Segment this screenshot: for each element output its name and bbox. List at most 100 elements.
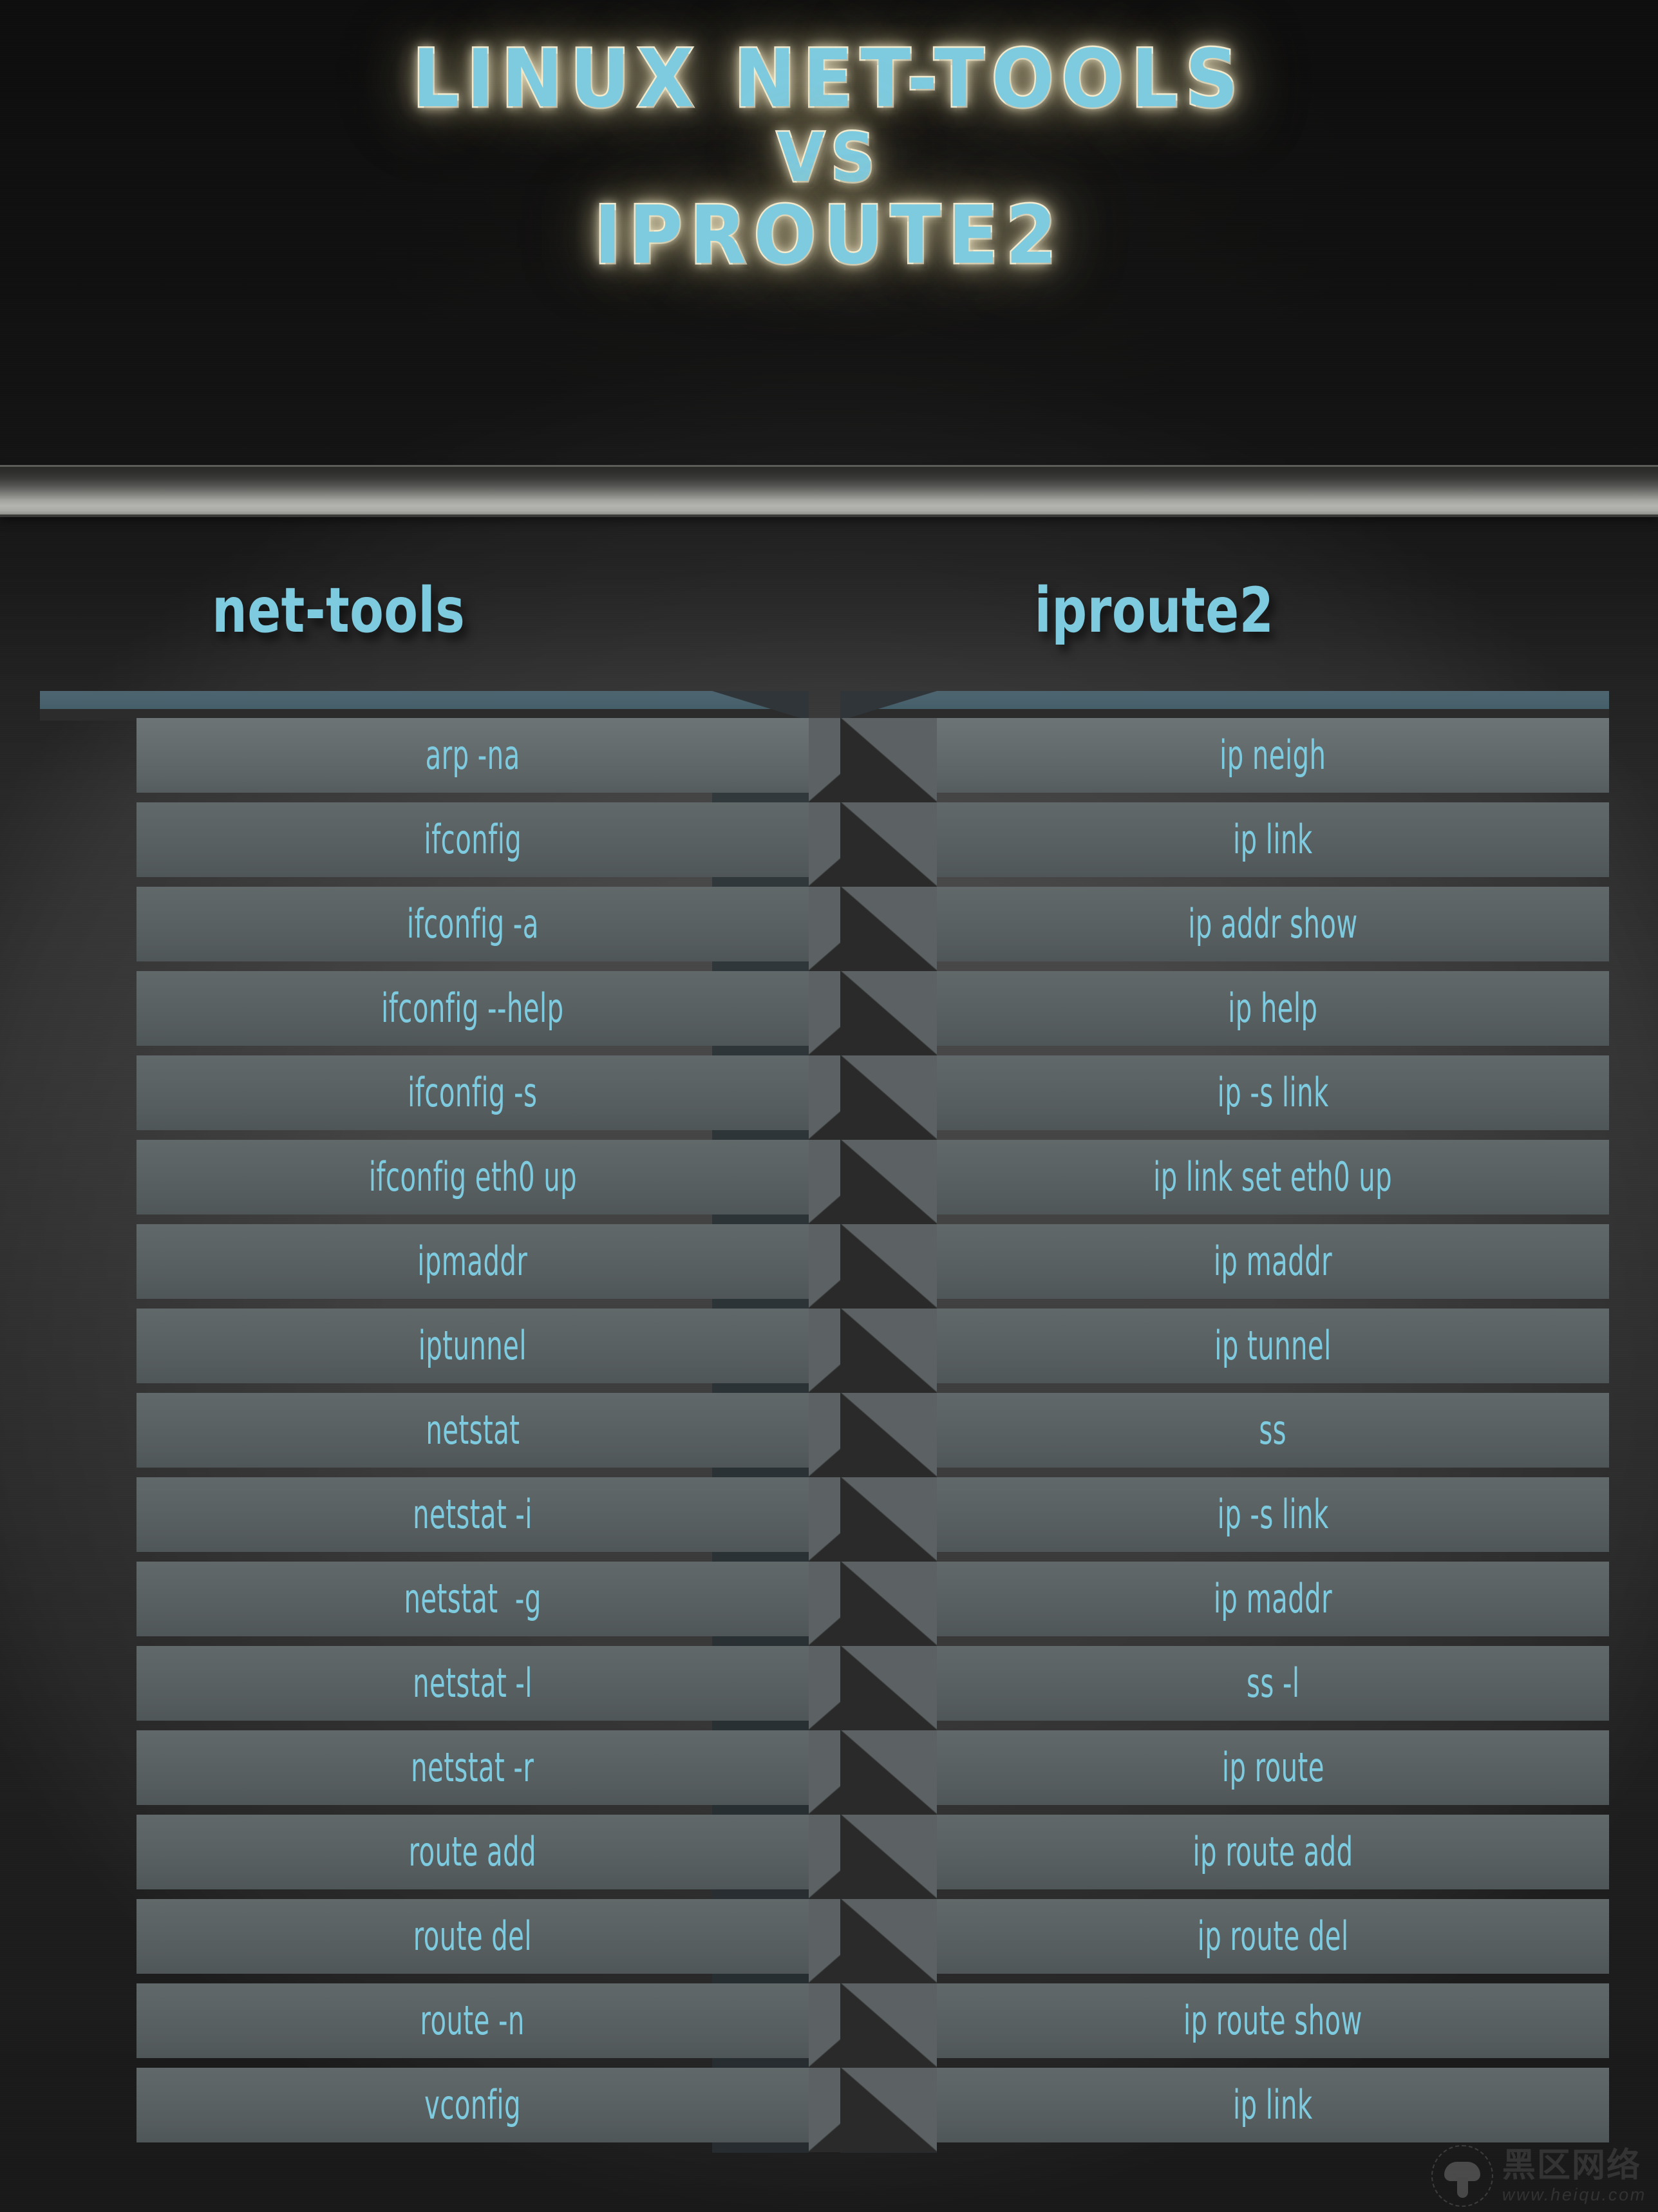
command-row: arp -na	[137, 718, 905, 802]
metallic-divider-bar	[0, 465, 1658, 517]
command-label: ifconfig -s	[408, 1069, 538, 1116]
chamfer-fill	[840, 1309, 937, 1393]
chamfer-fill	[840, 1477, 937, 1562]
command-row-chamfer	[840, 1393, 937, 1477]
command-row: ss	[840, 1393, 1609, 1477]
command-label: ifconfig --help	[381, 985, 564, 1032]
chamfer-fill	[840, 1983, 937, 2068]
command-row-face: vconfig	[137, 2068, 809, 2142]
command-row: iptunnel	[137, 1309, 905, 1393]
command-row-face: route del	[137, 1899, 809, 1974]
command-label: ipmaddr	[417, 1238, 528, 1285]
chamfer-fill	[840, 1140, 937, 1224]
command-label: ifconfig eth0 up	[368, 1153, 577, 1200]
command-row: netstat -i	[137, 1477, 905, 1562]
command-row-face: ip route	[937, 1730, 1609, 1805]
command-row: ifconfig -s	[137, 1055, 905, 1140]
command-row: route add	[137, 1815, 905, 1899]
command-row-chamfer	[840, 718, 937, 802]
column-header-net-tools: net-tools	[212, 574, 466, 647]
command-row-face: ifconfig --help	[137, 971, 809, 1046]
command-label: netstat -i	[413, 1491, 532, 1538]
chamfer-fill	[840, 718, 937, 802]
command-label: iptunnel	[418, 1322, 527, 1369]
command-row-chamfer	[840, 802, 937, 887]
command-row: ip help	[840, 971, 1609, 1055]
command-row: vconfig	[137, 2068, 905, 2152]
command-row-chamfer	[840, 1477, 937, 1562]
command-label: ip route	[1221, 1744, 1324, 1791]
command-row: ip -s link	[840, 1477, 1609, 1562]
net-tools-row-list: arp -na ifconfig ifconfig -a ifconfig --hel…	[137, 718, 905, 2152]
command-row-face: ss	[937, 1393, 1609, 1468]
stack-top-cap-left	[40, 691, 809, 721]
watermark-brand: 黑区网络	[1502, 2146, 1642, 2184]
cap-chamfer	[840, 691, 937, 721]
command-row-face: netstat -i	[137, 1477, 809, 1552]
command-label: ss	[1259, 1406, 1287, 1453]
chamfer-fill	[840, 1730, 937, 1815]
chamfer-fill	[840, 802, 937, 887]
command-row: ip -s link	[840, 1055, 1609, 1140]
watermark: 黑区网络 www.heiqu.com	[1431, 2145, 1646, 2207]
command-row-face: ss -l	[937, 1646, 1609, 1721]
column-headers: net-tools iproute2	[0, 567, 1658, 676]
command-row: ifconfig eth0 up	[137, 1140, 905, 1224]
command-row: route del	[137, 1899, 905, 1983]
command-label: ifconfig	[424, 816, 522, 863]
chamfer-fill	[840, 1899, 937, 1983]
command-row-face: ifconfig	[137, 802, 809, 877]
mushroom-logo-icon	[1431, 2145, 1493, 2207]
command-row: ip route show	[840, 1983, 1609, 2068]
chamfer-fill	[840, 2068, 937, 2152]
chamfer-fill	[840, 1393, 937, 1477]
chamfer-fill	[840, 1055, 937, 1140]
command-label: ip maddr	[1213, 1575, 1333, 1622]
command-row: netstat -l	[137, 1646, 905, 1730]
chamfer-fill	[840, 971, 937, 1055]
command-row-face: netstat	[137, 1393, 809, 1468]
command-label: ip link	[1233, 2081, 1313, 2128]
command-row-chamfer	[840, 1815, 937, 1899]
command-label: ifconfig -a	[406, 900, 539, 947]
command-row: ss -l	[840, 1646, 1609, 1730]
chamfer-fill	[840, 1815, 937, 1899]
command-label: ip -s link	[1217, 1069, 1329, 1116]
column-header-iproute2: iproute2	[1034, 574, 1274, 647]
command-row-face: netstat -l	[137, 1646, 809, 1721]
command-label: ip help	[1228, 985, 1318, 1032]
command-row: ip maddr	[840, 1562, 1609, 1646]
chamfer-fill	[840, 887, 937, 971]
command-row-face: ip maddr	[937, 1224, 1609, 1299]
command-row-chamfer	[840, 1309, 937, 1393]
command-row: route -n	[137, 1983, 905, 2068]
command-row-face: ip -s link	[937, 1477, 1609, 1552]
command-label: ip maddr	[1213, 1238, 1333, 1285]
command-row-face: iptunnel	[137, 1309, 809, 1383]
command-label: ip route show	[1183, 1997, 1362, 2044]
command-row: netstat -g	[137, 1562, 905, 1646]
command-label: arp -na	[425, 732, 520, 779]
command-label: ip link	[1233, 816, 1313, 863]
watermark-text: 黑区网络 www.heiqu.com	[1502, 2149, 1646, 2204]
command-label: route del	[413, 1913, 532, 1960]
command-row-face: netstat -g	[137, 1562, 809, 1636]
command-row-face: ip route add	[937, 1815, 1609, 1889]
title-line-3: IPROUTE2	[592, 189, 1064, 282]
command-row-face: route add	[137, 1815, 809, 1889]
command-label: ip route del	[1197, 1913, 1349, 1960]
command-row: ip maddr	[840, 1224, 1609, 1309]
title-line-1: LINUX NET-TOOLS	[411, 33, 1246, 126]
command-row-chamfer	[840, 1730, 937, 1815]
command-row: ip route	[840, 1730, 1609, 1815]
command-label: netstat	[425, 1406, 520, 1453]
command-row-chamfer	[840, 1224, 937, 1309]
command-label: ip neigh	[1220, 732, 1326, 779]
command-row-chamfer	[840, 2068, 937, 2152]
command-row-chamfer	[840, 1562, 937, 1646]
command-row-face: ipmaddr	[137, 1224, 809, 1299]
command-row-chamfer	[840, 1055, 937, 1140]
command-label: route add	[408, 1828, 537, 1875]
command-row-face: ip link	[937, 2068, 1609, 2142]
command-row-chamfer	[840, 887, 937, 971]
